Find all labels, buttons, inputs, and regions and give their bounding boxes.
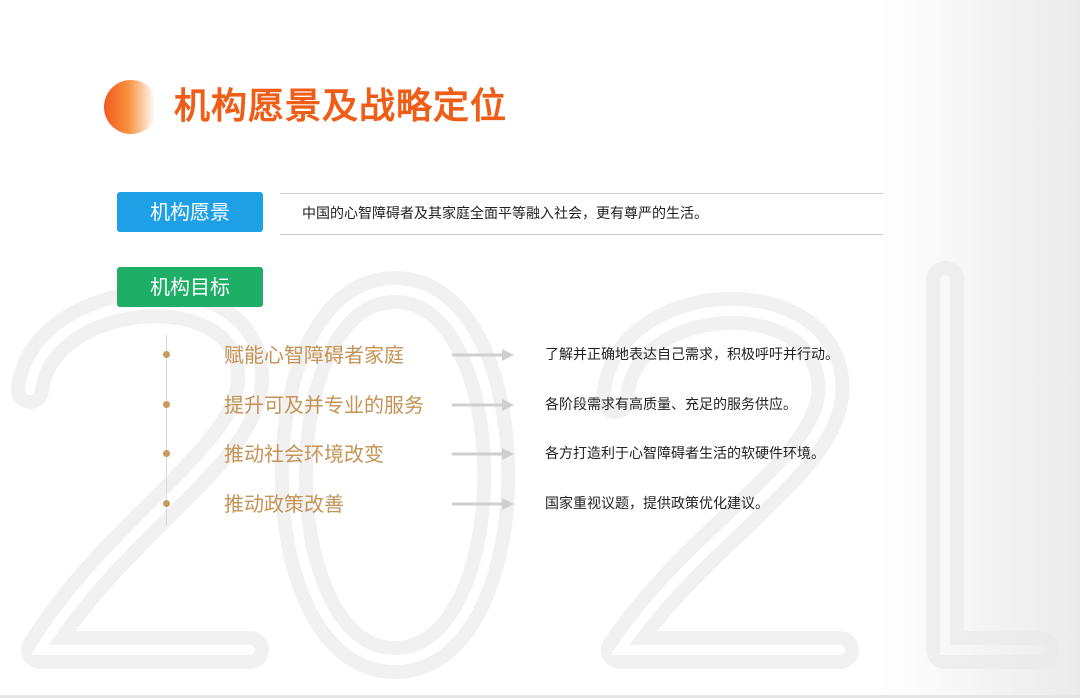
goal-row: 推动社会环境改变 各方打造利于心智障碍者生活的软硬件环境。 xyxy=(0,434,1080,474)
goal-description: 国家重视议题，提供政策优化建议。 xyxy=(545,496,769,512)
vision-statement-box: 中国的心智障碍者及其家庭全面平等融入社会，更有尊严的生活。 xyxy=(280,193,883,235)
goal-title: 推动社会环境改变 xyxy=(224,442,384,466)
dot-icon xyxy=(163,351,170,358)
goal-description: 各方打造利于心智障碍者生活的软硬件环境。 xyxy=(545,446,825,462)
dot-icon xyxy=(163,450,170,457)
dot-icon xyxy=(163,500,170,507)
arrow-right-icon xyxy=(452,498,514,510)
goal-description: 各阶段需求有高质量、充足的服务供应。 xyxy=(545,397,797,413)
goal-row: 推动政策改善 国家重视议题，提供政策优化建议。 xyxy=(0,484,1080,524)
background-watermark xyxy=(11,261,1059,679)
arrow-right-icon xyxy=(452,399,514,411)
vision-statement: 中国的心智障碍者及其家庭全面平等融入社会，更有尊严的生活。 xyxy=(302,206,708,222)
goal-title: 赋能心智障碍者家庭 xyxy=(224,343,404,367)
arrow-right-icon xyxy=(452,448,514,460)
goal-title: 推动政策改善 xyxy=(224,492,344,516)
goal-title: 提升可及并专业的服务 xyxy=(224,393,424,417)
goals-label-button: 机构目标 xyxy=(117,267,263,307)
orange-gradient-circle-icon xyxy=(104,80,158,134)
goal-row: 提升可及并专业的服务 各阶段需求有高质量、充足的服务供应。 xyxy=(0,385,1080,425)
arrow-right-icon xyxy=(452,349,514,361)
vision-label-button: 机构愿景 xyxy=(117,192,263,232)
dot-icon xyxy=(163,401,170,408)
page-title: 机构愿景及战略定位 xyxy=(174,85,508,127)
goal-row: 赋能心智障碍者家庭 了解并正确地表达自己需求，积极呼吁并行动。 xyxy=(0,335,1080,375)
goal-description: 了解并正确地表达自己需求，积极呼吁并行动。 xyxy=(545,347,839,363)
